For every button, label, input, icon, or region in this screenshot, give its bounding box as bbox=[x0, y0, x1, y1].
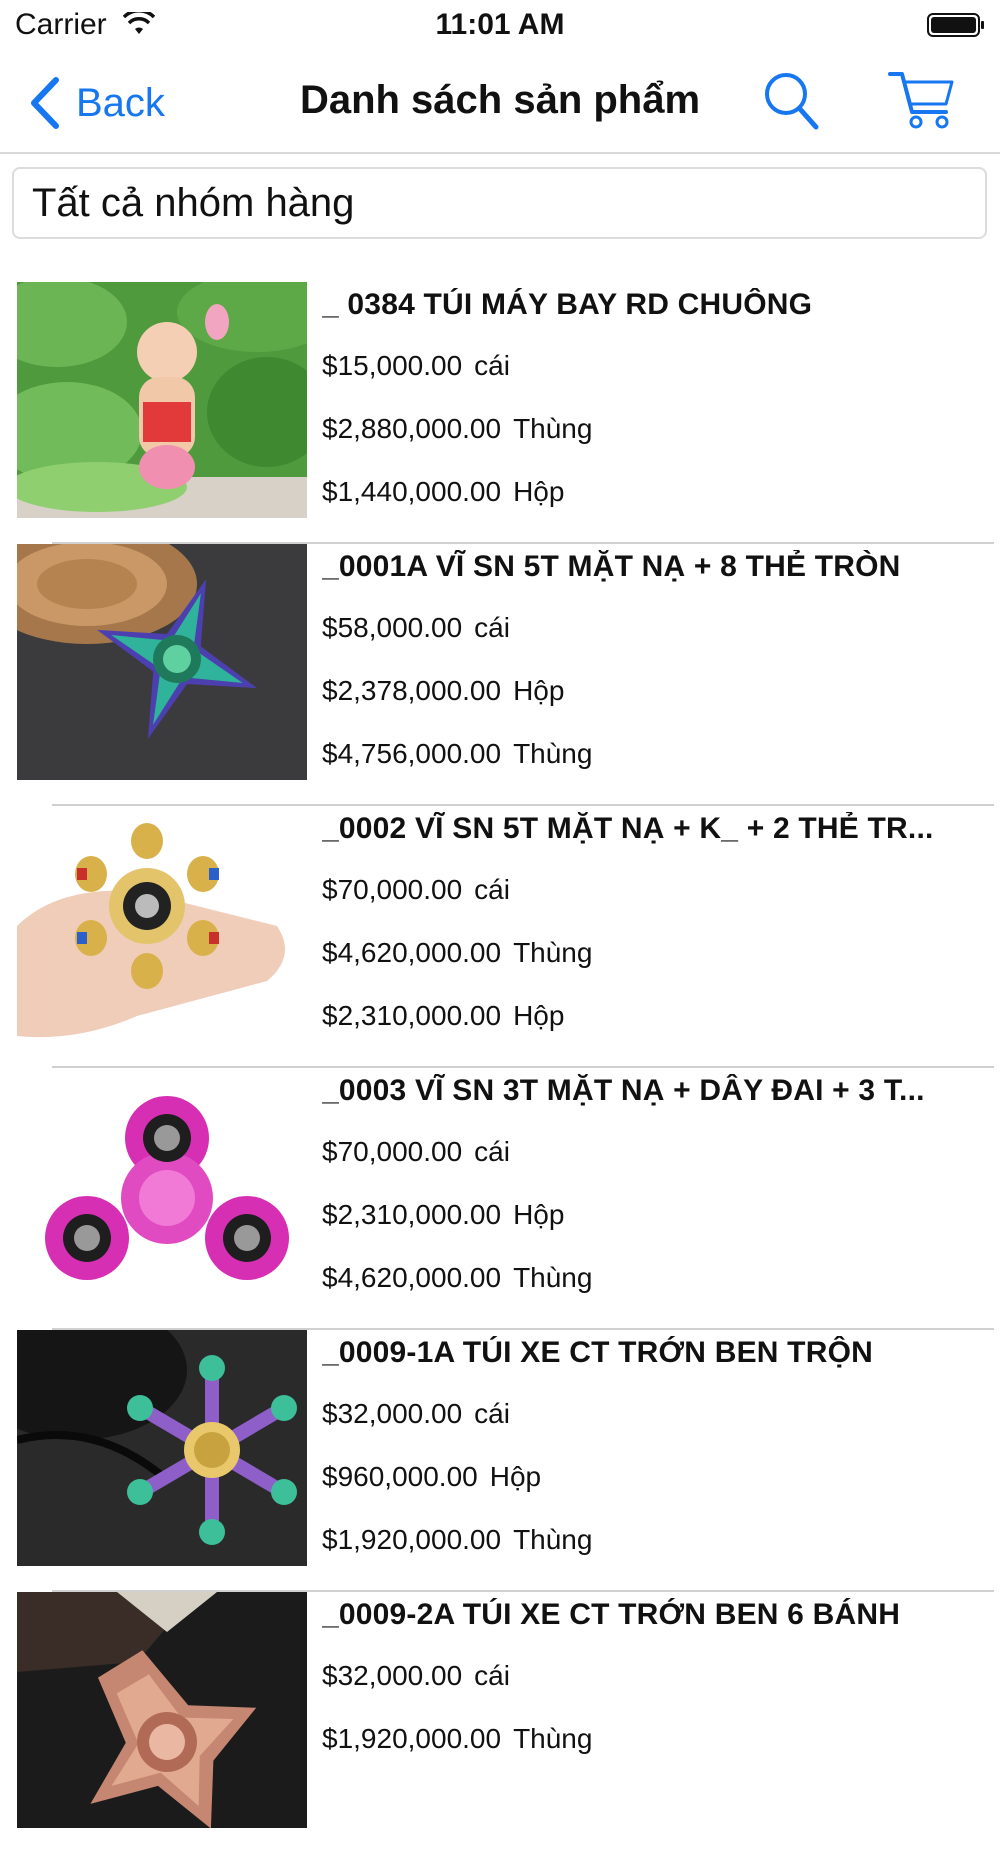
product-name: _0001A VĨ SN 5T MẶT NẠ + 8 THẺ TRÒN bbox=[322, 550, 901, 583]
product-price-line: $70,000.00 cái bbox=[322, 1136, 510, 1167]
product-image bbox=[17, 1592, 307, 1828]
product-price-line: $32,000.00 cái bbox=[322, 1660, 510, 1691]
product-row[interactable]: _ 0384 TÚI MÁY BAY RD CHUÔNG $15,000.00 c… bbox=[0, 282, 1000, 544]
product-price-line: $1,920,000.00 Thùng bbox=[322, 1524, 593, 1555]
product-price-line: $70,000.00 cái bbox=[322, 874, 510, 905]
product-row[interactable]: _0002 VĨ SN 5T MẶT NẠ + K_ + 2 THẺ TR...… bbox=[0, 806, 1000, 1068]
back-button[interactable]: Back bbox=[28, 74, 165, 132]
search-icon[interactable] bbox=[762, 70, 820, 132]
product-price-line: $4,620,000.00 Thùng bbox=[322, 1262, 593, 1293]
product-list: _ 0384 TÚI MÁY BAY RD CHUÔNG $15,000.00 c… bbox=[0, 282, 1000, 1854]
product-price-line: $2,378,000.00 Hộp bbox=[322, 675, 565, 706]
page-title: Danh sách sản phẩm bbox=[299, 78, 701, 122]
product-price-line: $960,000.00 Hộp bbox=[322, 1461, 542, 1492]
product-name: _0009-1A TÚI XE CT TRỚN BEN TRỘN bbox=[322, 1336, 873, 1369]
product-image bbox=[17, 282, 307, 518]
product-name: _0009-2A TÚI XE CT TRỚN BEN 6 BÁNH bbox=[322, 1598, 901, 1631]
product-image bbox=[17, 1068, 307, 1304]
product-price-line: $2,310,000.00 Hộp bbox=[322, 1000, 565, 1031]
product-price-line: $32,000.00 cái bbox=[322, 1398, 510, 1429]
product-row[interactable]: _0001A VĨ SN 5T MẶT NẠ + 8 THẺ TRÒN $58,… bbox=[0, 544, 1000, 806]
product-price-line: $4,620,000.00 Thùng bbox=[322, 937, 593, 968]
product-name: _ 0384 TÚI MÁY BAY RD CHUÔNG bbox=[322, 288, 813, 321]
product-row[interactable]: _0009-1A TÚI XE CT TRỚN BEN TRỘN $32,000… bbox=[0, 1330, 1000, 1592]
product-price-line: $1,440,000.00 Hộp bbox=[322, 476, 565, 507]
product-name: _0002 VĨ SN 5T MẶT NẠ + K_ + 2 THẺ TR... bbox=[322, 812, 934, 845]
product-price-line: $1,920,000.00 Thùng bbox=[322, 1723, 593, 1754]
product-image bbox=[17, 1330, 307, 1566]
back-label: Back bbox=[76, 80, 165, 125]
product-price-line: $15,000.00 cái bbox=[322, 350, 510, 381]
battery-icon bbox=[927, 13, 984, 37]
product-price-line: $4,756,000.00 Thùng bbox=[322, 738, 593, 769]
status-bar: Carrier 11:01 AM bbox=[0, 0, 1000, 52]
product-image bbox=[17, 544, 307, 780]
product-row[interactable]: _0003 VĨ SN 3T MẶT NẠ + DÂY ĐAI + 3 T...… bbox=[0, 1068, 1000, 1330]
clock: 11:01 AM bbox=[435, 8, 565, 41]
category-filter-value: Tất cả nhóm hàng bbox=[32, 181, 355, 225]
category-filter[interactable]: Tất cả nhóm hàng bbox=[12, 167, 987, 239]
chevron-left-icon bbox=[31, 77, 59, 129]
product-price-line: $2,880,000.00 Thùng bbox=[322, 413, 593, 444]
product-price-line: $2,310,000.00 Hộp bbox=[322, 1199, 565, 1230]
product-price-line: $58,000.00 cái bbox=[322, 612, 510, 643]
product-row[interactable]: _0009-2A TÚI XE CT TRỚN BEN 6 BÁNH $32,0… bbox=[0, 1592, 1000, 1854]
product-image bbox=[17, 806, 307, 1042]
product-name: _0003 VĨ SN 3T MẶT NẠ + DÂY ĐAI + 3 T... bbox=[322, 1074, 925, 1107]
navigation-bar: Back Danh sách sản phẩm bbox=[0, 52, 1000, 154]
cart-icon[interactable] bbox=[888, 68, 956, 132]
